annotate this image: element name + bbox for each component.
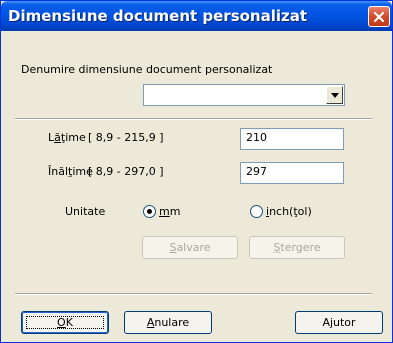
radio-mm-label[interactable]: mm	[159, 205, 180, 218]
separator-top	[15, 118, 372, 120]
separator-bottom	[15, 293, 372, 295]
name-label: Denumire dimensiune document personaliza…	[21, 63, 273, 76]
radio-inch-label[interactable]: inch(ţol)	[266, 205, 312, 218]
close-icon	[373, 11, 385, 22]
unit-label: Unitate	[65, 205, 106, 218]
cancel-button[interactable]: Anulare	[124, 311, 212, 334]
name-combobox[interactable]	[143, 84, 345, 106]
focus-rect	[26, 316, 104, 329]
combobox-dropdown-button[interactable]	[326, 86, 343, 104]
width-input[interactable]: 210	[240, 128, 344, 150]
width-label: Lăţime	[48, 131, 86, 144]
delete-button[interactable]: Ştergere	[249, 236, 345, 259]
help-button[interactable]: Ajutor	[295, 311, 383, 334]
radio-inch[interactable]	[250, 205, 263, 218]
title-bar[interactable]: Dimensiune document personalizat	[1, 1, 392, 31]
dialog-window: Dimensiune document personalizat Denumir…	[0, 0, 393, 343]
radio-selected-dot	[147, 209, 152, 214]
close-button[interactable]	[368, 6, 390, 27]
ok-button[interactable]: OK	[21, 311, 109, 334]
chevron-down-icon	[330, 92, 339, 98]
save-button[interactable]: Salvare	[142, 236, 238, 259]
height-input[interactable]: 297	[240, 162, 344, 184]
width-range: [ 8,9 - 215,9 ]	[88, 131, 164, 144]
radio-mm[interactable]	[143, 205, 156, 218]
height-label: Înălţime	[48, 165, 93, 178]
height-range: [ 8,9 - 297,0 ]	[88, 165, 164, 178]
window-title: Dimensiune document personalizat	[8, 7, 308, 25]
